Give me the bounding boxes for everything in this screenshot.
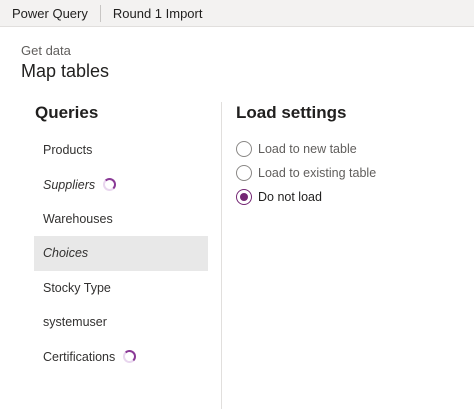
radio-dot xyxy=(240,193,248,201)
query-item-warehouses[interactable]: Warehouses xyxy=(34,202,208,236)
radio-checked-icon[interactable] xyxy=(236,189,252,205)
query-item-choices[interactable]: Choices xyxy=(34,236,208,271)
query-item-label: Certifications xyxy=(43,349,116,364)
loading-spinner-icon xyxy=(123,350,137,364)
query-item-label: Warehouses xyxy=(43,211,113,226)
page-subtitle: Get data xyxy=(21,43,71,58)
query-item-systemuser[interactable]: systemuser xyxy=(34,305,208,339)
radio-do-not-load[interactable]: Do not load xyxy=(236,185,376,209)
query-item-products[interactable]: Products xyxy=(34,133,208,167)
query-item-suppliers[interactable]: Suppliers xyxy=(34,167,208,201)
radio-label: Do not load xyxy=(258,190,322,204)
query-item-label: Suppliers xyxy=(43,177,96,192)
top-bar: Power Query Round 1 Import xyxy=(0,0,474,27)
radio-label: Load to new table xyxy=(258,142,357,156)
panel-divider xyxy=(221,102,222,409)
page-title: Map tables xyxy=(21,61,110,81)
query-item-label: Products xyxy=(43,143,93,158)
query-item-certifications[interactable]: Certifications xyxy=(34,339,208,373)
queries-heading: Queries xyxy=(35,103,99,122)
radio-load-to-existing-table[interactable]: Load to existing table xyxy=(236,161,376,185)
loading-spinner-icon xyxy=(103,178,117,192)
radio-label: Load to existing table xyxy=(258,166,377,180)
load-settings-radio-group: Load to new table Load to existing table… xyxy=(236,137,376,209)
query-item-label: Stocky Type xyxy=(43,280,111,295)
query-item-label: systemuser xyxy=(43,315,107,330)
app-name[interactable]: Power Query xyxy=(0,0,100,27)
radio-unchecked-icon[interactable] xyxy=(236,141,252,157)
query-item-label: Choices xyxy=(43,246,89,261)
radio-unchecked-icon[interactable] xyxy=(236,165,252,181)
breadcrumb-dataflow[interactable]: Round 1 Import xyxy=(101,0,215,27)
query-list: Products Suppliers Warehouses Choices St… xyxy=(34,133,208,374)
load-settings-heading: Load settings xyxy=(236,103,347,122)
radio-load-to-new-table[interactable]: Load to new table xyxy=(236,137,376,161)
query-item-stocky-type[interactable]: Stocky Type xyxy=(34,271,208,305)
